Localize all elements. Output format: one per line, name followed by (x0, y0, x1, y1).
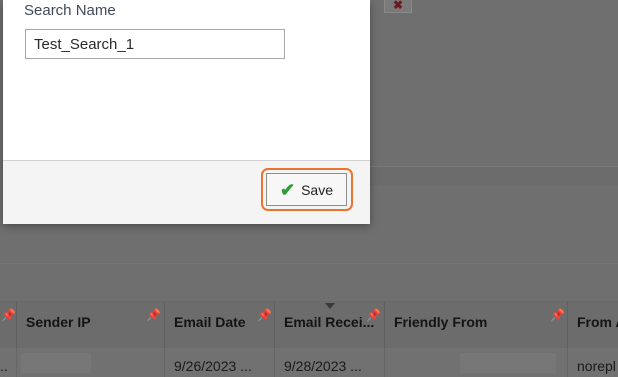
column-header-partial[interactable]: 📌 (0, 302, 17, 348)
pin-icon[interactable]: 📌 (550, 308, 565, 322)
table-cell: .. (0, 348, 17, 377)
save-button[interactable]: ✔ Save (266, 173, 347, 206)
cell-text: norepl (577, 358, 616, 374)
column-label: Email Date (174, 314, 246, 330)
redacted-value (460, 353, 556, 373)
column-label: Friendly From (394, 314, 488, 330)
cell-text: 9/26/2023 ... (174, 358, 252, 374)
pin-icon[interactable]: 📌 (366, 308, 381, 322)
table-row[interactable]: .. 9/26/2023 ... 9/28/2023 ... norepl (0, 348, 618, 377)
table-cell: 9/28/2023 ... (275, 348, 385, 377)
table-cell: 9/26/2023 ... (165, 348, 275, 377)
column-header-email-date[interactable]: Email Date 📌 (165, 302, 275, 348)
pin-icon[interactable]: 📌 (146, 308, 161, 322)
cell-text: .. (0, 358, 8, 374)
table-cell (385, 348, 568, 377)
grid-header: 📌 Sender IP 📌 Email Date 📌 Email Recei..… (0, 301, 618, 349)
pin-icon[interactable]: 📌 (257, 308, 272, 322)
close-icon[interactable]: ✖ (384, 0, 412, 13)
search-name-input[interactable] (25, 29, 285, 59)
column-label: Email Recei... (284, 314, 375, 330)
sort-caret-icon[interactable] (325, 303, 335, 309)
divider (0, 263, 618, 264)
column-label: From A (577, 314, 618, 330)
column-header-friendly-from[interactable]: Friendly From 📌 (385, 302, 568, 348)
column-label: Sender IP (26, 314, 91, 330)
table-cell (17, 348, 165, 377)
pin-icon[interactable]: 📌 (1, 308, 16, 322)
redacted-value (21, 353, 91, 373)
checkmark-icon: ✔ (279, 179, 296, 200)
save-button-label: Save (301, 181, 333, 198)
cell-text: 9/28/2023 ... (284, 358, 362, 374)
column-header-sender-ip[interactable]: Sender IP 📌 (17, 302, 165, 348)
table-cell: norepl (568, 348, 618, 377)
column-header-from-address[interactable]: From A (568, 302, 618, 348)
toolbar-strip (370, 166, 618, 185)
search-name-label: Search Name (24, 2, 116, 19)
